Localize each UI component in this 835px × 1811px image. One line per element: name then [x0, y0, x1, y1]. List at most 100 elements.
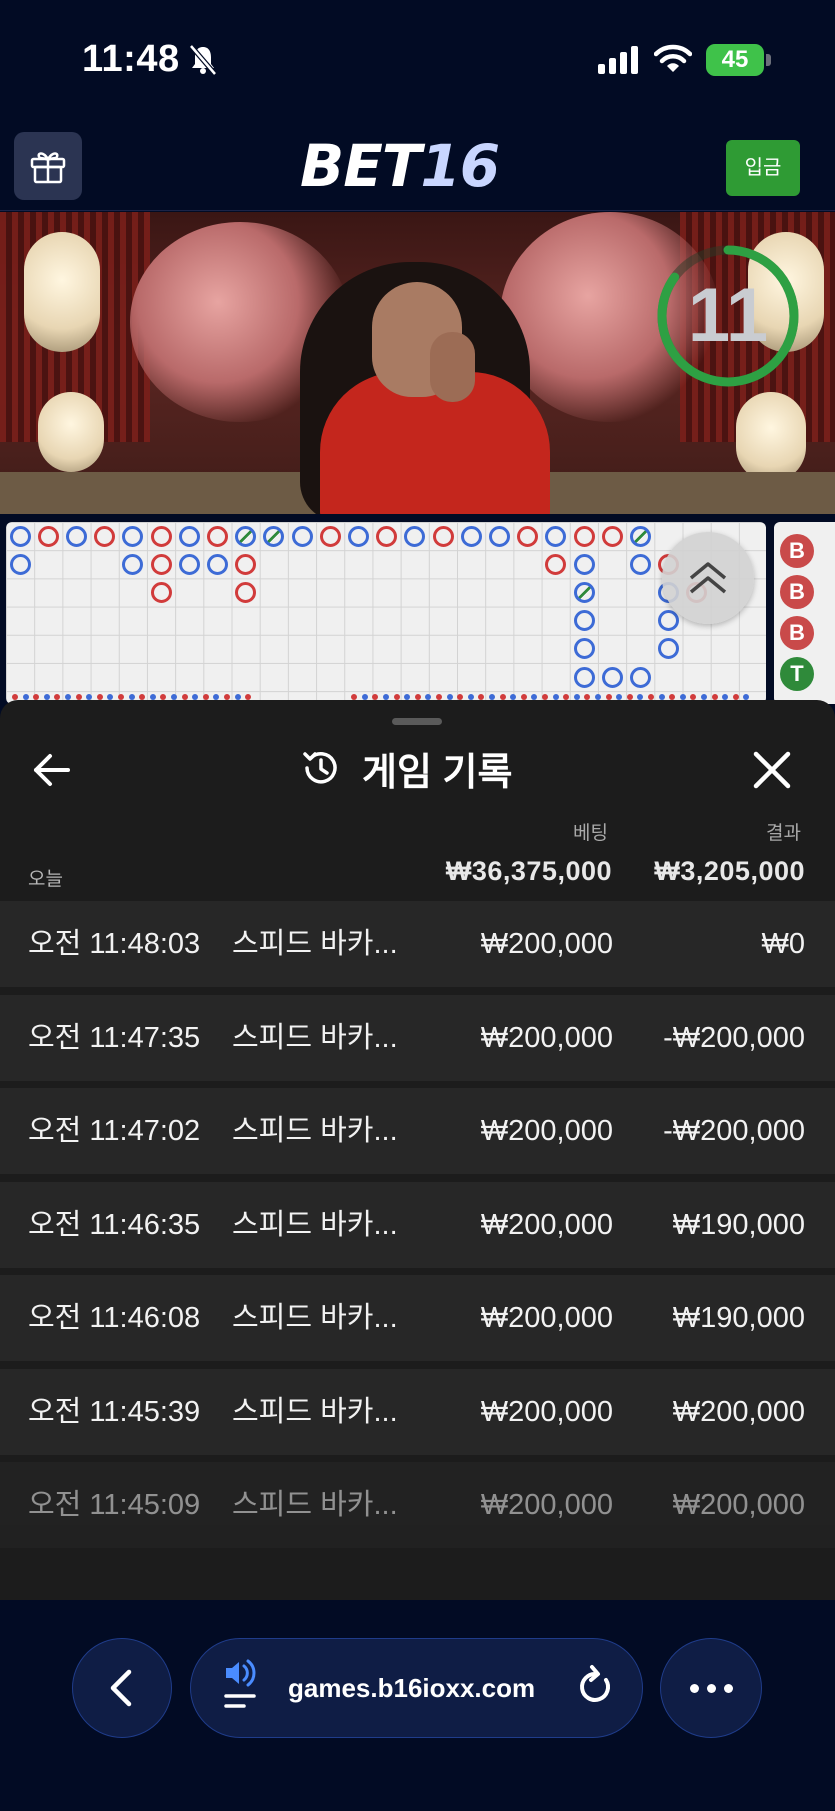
deposit-button[interactable]: 입금 [726, 140, 800, 196]
road-bead [573, 553, 595, 575]
road-bead [545, 525, 567, 547]
countdown-timer-value: 11 [687, 273, 769, 358]
reload-icon[interactable] [576, 1664, 616, 1713]
road-bead [65, 525, 87, 547]
road-bead [404, 525, 426, 547]
road-bead [291, 525, 313, 547]
road-bead [235, 581, 257, 603]
road-bead [235, 553, 257, 575]
close-icon [753, 751, 791, 789]
road-bead [460, 525, 482, 547]
browser-back-button[interactable] [72, 1638, 172, 1738]
road-bead [206, 553, 228, 575]
status-time: 11:48 [82, 38, 180, 80]
history-row[interactable]: 오전 11:48:03 스피드 바카... ₩200,000 ₩0 [0, 901, 835, 987]
history-row-time: 오전 11:47:02 [28, 1115, 201, 1147]
back-button[interactable] [30, 748, 94, 792]
road-bead [629, 525, 651, 547]
road-bead [319, 525, 341, 547]
bet16-logo[interactable]: BET16 [300, 132, 500, 200]
arrow-left-icon [34, 754, 70, 786]
more-dot-icon [723, 1683, 733, 1693]
road-bead [347, 525, 369, 547]
history-row-game: 스피드 바카... [232, 1115, 398, 1147]
road-bead [150, 581, 172, 603]
total-bet: ₩36,375,000 [445, 856, 612, 886]
history-row-bet: ₩200,000 [480, 928, 613, 960]
history-row-time: 오전 11:48:03 [28, 928, 201, 960]
history-row-bet: ₩200,000 [480, 1395, 613, 1428]
history-row-result: -₩200,000 [663, 1115, 805, 1147]
expand-roadmap-button[interactable] [662, 532, 754, 624]
road-bead [150, 525, 172, 547]
wifi-icon [653, 44, 693, 79]
speaker-reader-icon[interactable] [222, 1658, 262, 1719]
road-bead [178, 525, 200, 547]
history-row[interactable]: 오전 11:46:35 스피드 바카... ₩200,000 ₩190,000 [0, 1181, 835, 1268]
history-row-bet: ₩200,000 [480, 1208, 613, 1241]
history-row-bet: ₩200,000 [480, 1115, 613, 1147]
more-dot-icon [706, 1683, 716, 1693]
history-row[interactable]: 오전 11:45:39 스피드 바카... ₩200,000 ₩200,000 [0, 1368, 835, 1455]
history-row-time: 오전 11:47:35 [28, 1021, 201, 1054]
logo-text-number: 16 [420, 132, 500, 200]
lantern-decoration [736, 392, 806, 482]
history-row-time: 오전 11:45:39 [28, 1395, 201, 1428]
cellular-signal-icon [598, 46, 640, 79]
side-road-chip: B [780, 616, 814, 650]
history-row-game: 스피드 바카... [232, 928, 398, 960]
history-row-time: 오전 11:46:08 [28, 1302, 201, 1334]
history-row[interactable]: 오전 11:46:08 스피드 바카... ₩200,000 ₩190,000 [0, 1275, 835, 1361]
sheet-header: 게임 기록 [300, 740, 512, 796]
road-bead [235, 525, 257, 547]
history-row[interactable]: 오전 11:47:35 스피드 바카... ₩200,000 -₩200,000 [0, 994, 835, 1081]
road-bead [573, 638, 595, 660]
road-bead [517, 525, 539, 547]
history-row-game: 스피드 바카... [232, 1489, 398, 1521]
bell-muted-icon [188, 44, 218, 81]
history-row-result: ₩0 [761, 928, 806, 960]
today-label: 오늘 [28, 869, 63, 890]
history-row-result: ₩200,000 [672, 1395, 805, 1428]
road-bead [206, 525, 228, 547]
road-bead [376, 525, 398, 547]
sheet-drag-handle[interactable] [392, 718, 442, 725]
battery-tip [766, 54, 771, 66]
history-row-game: 스피드 바카... [232, 1302, 398, 1334]
road-bead [601, 666, 623, 688]
history-row-bet: ₩200,000 [480, 1489, 613, 1521]
road-bead [488, 525, 510, 547]
history-row-time: 오전 11:46:35 [28, 1208, 201, 1241]
gift-button[interactable] [14, 132, 82, 200]
bead-road-scoreboard[interactable] [6, 522, 766, 704]
history-row-game: 스피드 바카... [232, 1208, 398, 1241]
gift-icon [30, 152, 66, 184]
more-options-button[interactable] [660, 1638, 762, 1738]
road-bead [263, 525, 285, 547]
close-button[interactable] [748, 746, 796, 794]
history-row-game: 스피드 바카... [232, 1021, 398, 1054]
road-bead [94, 525, 116, 547]
history-row-bet: ₩200,000 [480, 1021, 613, 1054]
road-bead [432, 525, 454, 547]
side-road-chip: T [780, 657, 814, 691]
history-row-result: ₩190,000 [672, 1302, 805, 1334]
road-bead [658, 610, 680, 632]
history-row-result: -₩200,000 [663, 1021, 805, 1054]
history-row-result: ₩190,000 [672, 1208, 805, 1241]
road-bead [658, 638, 680, 660]
battery-indicator: 45 [706, 44, 764, 76]
history-row[interactable]: 오전 11:47:02 스피드 바카... ₩200,000 -₩200,000 [0, 1088, 835, 1174]
road-bead [545, 553, 567, 575]
history-row[interactable]: 오전 11:45:09 스피드 바카... ₩200,000 ₩200,000 [0, 1462, 835, 1548]
url-text: games.b16ioxx.com [288, 1673, 536, 1703]
history-row-bet: ₩200,000 [480, 1302, 613, 1334]
road-bead [37, 525, 59, 547]
bet-column-label: 베팅 [573, 823, 608, 844]
more-dot-icon [689, 1683, 699, 1693]
lantern-decoration [38, 392, 104, 472]
history-icon [303, 752, 337, 784]
side-result-road: BBBT [774, 522, 835, 704]
logo-text-main: BET [300, 132, 421, 200]
road-bead [9, 525, 31, 547]
